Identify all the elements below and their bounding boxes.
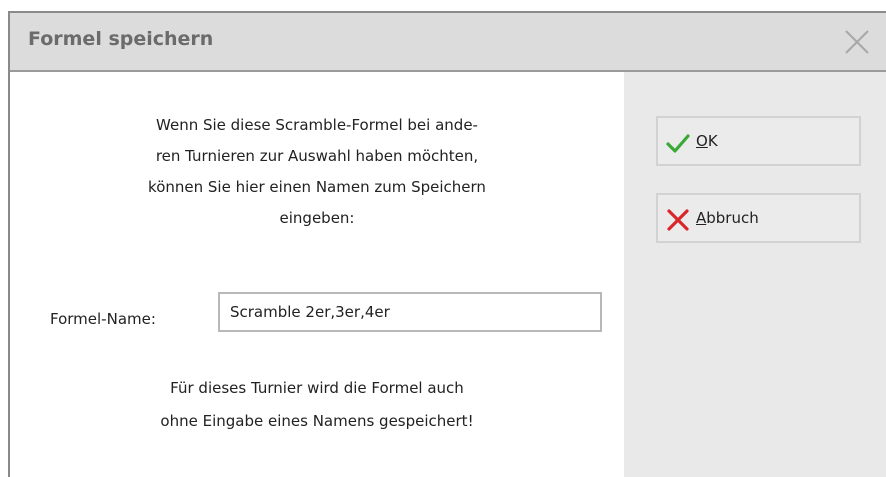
cancel-mnemonic: A [696,209,707,227]
note-line: Für dieses Turnier wird die Formel auch [170,379,464,397]
cancel-button[interactable]: Abbruch [656,193,861,243]
save-formula-dialog: Formel speichern Wenn Sie diese Scramble… [8,11,886,477]
title-bar: Formel speichern [10,13,886,72]
dialog-title: Formel speichern [28,28,214,50]
ok-mnemonic: O [696,132,708,150]
dialog-content: Wenn Sie diese Scramble-Formel bei ande-… [10,72,624,477]
cross-icon [667,209,689,231]
ok-label-rest: K [707,132,718,150]
intro-line: ren Turnieren zur Auswahl haben möchten, [155,147,479,165]
intro-text: Wenn Sie diese Scramble-Formel bei ande-… [10,110,624,234]
intro-line: können Sie hier einen Namen zum Speicher… [148,178,486,196]
formula-name-label: Formel-Name: [50,310,156,328]
cancel-label-rest: bbruch [706,209,759,227]
button-panel: OK Abbruch [624,72,886,477]
close-button[interactable] [842,27,872,57]
intro-line: eingeben: [279,209,355,227]
ok-button[interactable]: OK [656,116,861,166]
note-line: ohne Eingabe eines Namens gespeichert! [160,412,474,430]
checkmark-icon [666,134,690,153]
formula-name-input[interactable] [218,292,602,332]
intro-line: Wenn Sie diese Scramble-Formel bei ande- [156,116,478,134]
close-icon [845,30,869,54]
ok-button-label: OK [696,132,718,150]
note-text: Für dieses Turnier wird die Formel auch … [10,372,624,438]
cancel-button-label: Abbruch [696,209,759,227]
